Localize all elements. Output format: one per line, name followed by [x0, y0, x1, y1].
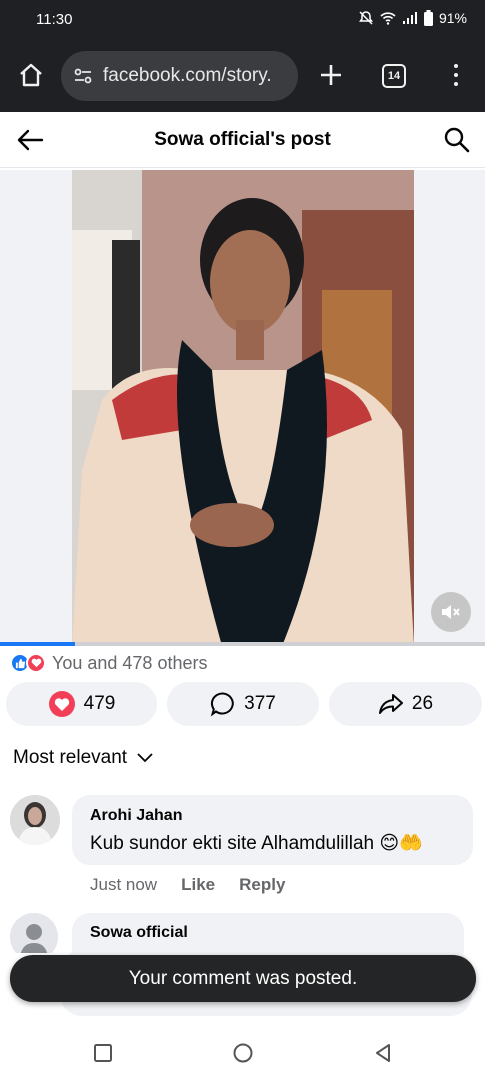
comment-like-link[interactable]: Like [181, 875, 215, 895]
back-nav-icon[interactable] [372, 1042, 394, 1064]
comment-icon [210, 692, 234, 717]
share-button[interactable]: 26 [329, 682, 482, 726]
search-button[interactable] [443, 126, 471, 154]
menu-dot [454, 64, 458, 68]
reactions-summary[interactable]: You and 478 others [10, 652, 207, 674]
comment-text: Kub sundor ekti site Alhamdulillah 😊🤲 [90, 833, 423, 854]
toast-notification: Your comment was posted. [10, 955, 476, 1002]
system-nav-bar [0, 1020, 485, 1080]
status-time: 11:30 [36, 11, 73, 28]
chevron-down-icon [137, 753, 153, 763]
love-button[interactable]: 479 [6, 682, 157, 726]
comment-author[interactable]: Arohi Jahan [90, 807, 455, 825]
status-icons: 91% [358, 10, 467, 26]
share-count: 26 [411, 693, 434, 714]
menu-dot [454, 82, 458, 86]
comment-item: Sowa official [10, 913, 473, 953]
wifi-icon [380, 12, 396, 25]
search-icon [444, 127, 470, 153]
browser-menu-button[interactable] [444, 58, 468, 92]
comment-reply-link[interactable]: Reply [239, 875, 285, 895]
page-title: Sowa official's post [154, 129, 331, 150]
new-tab-button[interactable] [314, 58, 348, 92]
video-frame[interactable] [72, 170, 414, 646]
mute-notification-icon [358, 11, 373, 25]
url-text: facebook.com/story. [103, 65, 272, 86]
tab-switcher-button[interactable]: 14 [382, 64, 406, 88]
video-player[interactable] [0, 170, 485, 646]
address-bar[interactable]: facebook.com/story. [61, 51, 298, 101]
love-icon [48, 691, 75, 717]
comment-sort-dropdown[interactable]: Most relevant [13, 747, 153, 769]
browser-toolbar: facebook.com/story. 14 [0, 40, 485, 112]
love-reaction-icon [26, 653, 46, 673]
battery-level: 91% [438, 10, 467, 26]
reactions-text: You and 478 others [52, 652, 208, 673]
comment-item: Arohi Jahan Kub sundor ekti site Alhamdu… [10, 795, 473, 895]
comment-bubble[interactable]: Sowa official [72, 913, 464, 953]
avatar[interactable] [10, 795, 60, 845]
share-icon [378, 694, 403, 714]
mute-button[interactable] [431, 592, 471, 632]
sort-label: Most relevant [13, 747, 128, 768]
page-header: Sowa official's post [0, 112, 485, 168]
comment-bubble[interactable]: Arohi Jahan Kub sundor ekti site Alhamdu… [72, 795, 473, 865]
video-progress-track[interactable] [0, 642, 485, 646]
home-icon [20, 63, 42, 87]
avatar[interactable] [10, 913, 58, 953]
menu-dot [454, 73, 458, 77]
signal-icon [402, 12, 417, 24]
plus-icon [321, 65, 341, 85]
default-avatar-icon [10, 913, 58, 953]
post-actions: 479 377 26 [6, 682, 482, 726]
speaker-muted-icon [442, 605, 460, 619]
recents-icon[interactable] [92, 1042, 114, 1064]
comment-button[interactable]: 377 [167, 682, 319, 726]
like-count: 479 [83, 693, 116, 714]
comment-time: Just now [90, 875, 158, 894]
comment-meta: Just now Like Reply [90, 875, 285, 895]
status-bar: 11:30 91% [0, 0, 485, 40]
comment-author[interactable]: Sowa official [90, 924, 446, 942]
toast-message: Your comment was posted. [128, 967, 358, 989]
comment-count: 377 [244, 693, 276, 714]
battery-icon [423, 10, 433, 26]
home-button[interactable] [14, 58, 48, 92]
site-settings-icon[interactable] [73, 66, 93, 86]
video-progress-fill [0, 642, 76, 646]
avatar-image [10, 795, 60, 845]
home-nav-icon[interactable] [232, 1042, 254, 1064]
video-thumbnail [72, 170, 414, 646]
